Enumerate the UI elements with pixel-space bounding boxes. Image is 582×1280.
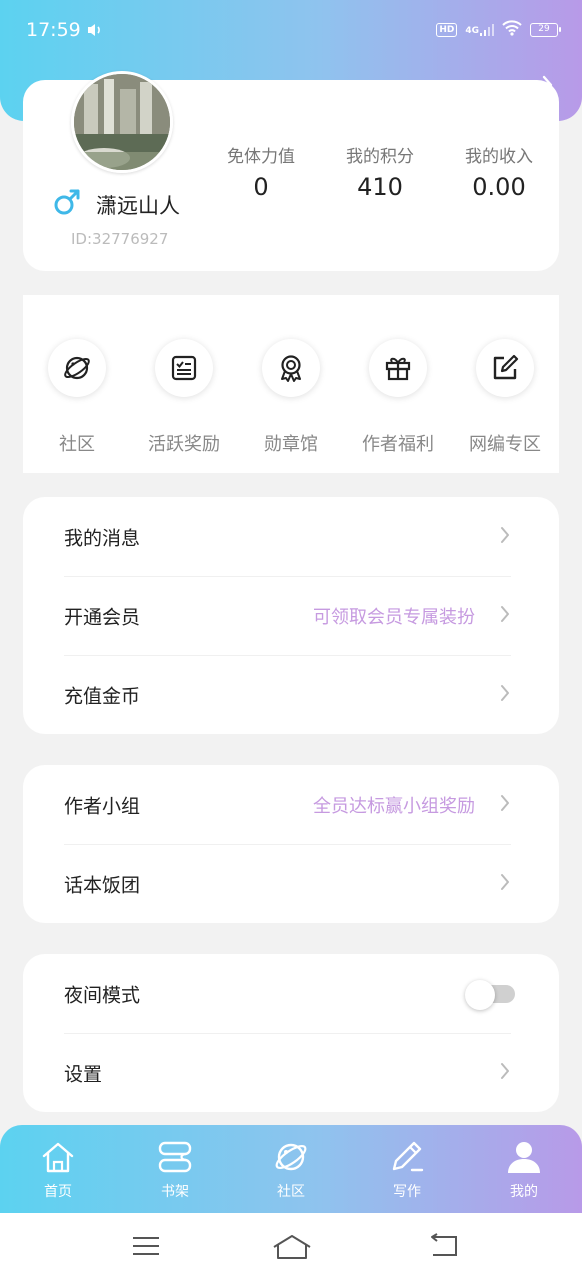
shortcut-label: 勋章馆 <box>264 434 318 455</box>
menu-item-fan-club[interactable]: 话本饭团 <box>23 844 559 923</box>
shortcut-label: 网编专区 <box>469 434 541 455</box>
user-icon <box>484 1137 564 1177</box>
home-nav-icon[interactable] <box>272 1233 312 1265</box>
male-gender-icon <box>53 188 81 220</box>
status-indicators: HD 4G 29 <box>436 20 561 40</box>
stat-value: 410 <box>357 173 403 201</box>
menu-item-messages[interactable]: 我的消息 <box>23 497 559 576</box>
stat-points[interactable]: 我的积分 410 <box>315 142 445 201</box>
menu-card-groups: 作者小组 全员达标赢小组奖励 话本饭团 <box>23 765 559 923</box>
chevron-right-icon <box>499 872 511 896</box>
menu-label: 话本饭团 <box>64 874 141 896</box>
medal-icon <box>262 339 320 397</box>
level-badge: Lv1 <box>222 87 289 111</box>
stat-value: 0.00 <box>472 173 526 201</box>
tab-label: 写作 <box>393 1184 421 1200</box>
menu-item-night-mode: 夜间模式 <box>23 954 559 1033</box>
menu-label: 充值金币 <box>64 685 141 707</box>
home-icon <box>18 1137 98 1177</box>
tab-write[interactable]: 写作 <box>367 1137 447 1201</box>
shortcut-author-welfare[interactable]: 作者福利 <box>343 339 453 456</box>
battery-indicator: 29 <box>530 23 561 37</box>
chevron-right-icon <box>499 793 511 817</box>
system-navigation-bar <box>0 1213 582 1280</box>
chevron-right-icon <box>499 525 511 549</box>
menu-label: 开通会员 <box>64 606 141 628</box>
menu-hint: 可领取会员专属装扮 <box>313 606 475 628</box>
stat-label: 免体力值 <box>227 147 295 167</box>
menu-label: 夜间模式 <box>64 984 141 1006</box>
shortcut-medals[interactable]: 勋章馆 <box>236 339 346 456</box>
menu-icon[interactable] <box>131 1233 161 1263</box>
stat-stamina[interactable]: 免体力值 0 <box>196 142 326 201</box>
night-mode-toggle[interactable] <box>465 979 517 1010</box>
stat-value: 0 <box>253 173 269 201</box>
menu-item-recharge[interactable]: 充值金币 <box>23 655 559 734</box>
avatar[interactable] <box>71 71 173 173</box>
stat-income[interactable]: 我的收入 0.00 <box>434 142 564 201</box>
planet-icon <box>48 339 106 397</box>
wifi-icon <box>502 20 522 40</box>
stat-label: 我的收入 <box>465 147 533 167</box>
menu-card-account: 我的消息 开通会员 可领取会员专属装扮 充值金币 <box>23 497 559 734</box>
back-icon[interactable] <box>428 1233 460 1263</box>
stat-label: 我的积分 <box>346 147 414 167</box>
tab-label: 书架 <box>161 1184 189 1200</box>
checklist-icon <box>155 339 213 397</box>
menu-item-settings[interactable]: 设置 <box>23 1033 559 1112</box>
edit-icon <box>476 339 534 397</box>
nickname: 潇远山人 <box>96 194 180 218</box>
toggle-knob <box>465 979 495 1010</box>
tab-community[interactable]: 社区 <box>251 1137 331 1201</box>
tab-label: 社区 <box>277 1184 305 1200</box>
tab-bookshelf[interactable]: 书架 <box>135 1137 215 1201</box>
shortcut-editor-zone[interactable]: 网编专区 <box>450 339 560 456</box>
status-bar: 17:59 HD 4G 29 <box>0 0 582 62</box>
bottom-tab-bar: 首页 书架 社区 写作 我的 <box>0 1125 582 1213</box>
status-time: 17:59 <box>26 19 81 41</box>
menu-label: 作者小组 <box>64 795 141 817</box>
shortcut-community[interactable]: 社区 <box>22 339 132 456</box>
tab-home[interactable]: 首页 <box>18 1137 98 1201</box>
menu-hint: 全员达标赢小组奖励 <box>313 795 475 817</box>
pen-icon <box>367 1137 447 1177</box>
tab-label: 我的 <box>510 1184 538 1200</box>
speaker-icon <box>86 21 104 43</box>
user-id: ID:32776927 <box>71 230 169 248</box>
chevron-right-icon <box>499 1061 511 1085</box>
chevron-right-icon <box>499 683 511 707</box>
shortcut-activity-rewards[interactable]: 活跃奖励 <box>129 339 239 456</box>
menu-card-settings: 夜间模式 设置 <box>23 954 559 1112</box>
menu-item-author-group[interactable]: 作者小组 全员达标赢小组奖励 <box>23 765 559 844</box>
chevron-right-icon <box>499 604 511 628</box>
shortcut-grid: 社区 活跃奖励 勋章馆 作者福利 网编专区 <box>23 295 559 473</box>
gift-icon <box>369 339 427 397</box>
shortcut-label: 社区 <box>59 434 95 455</box>
shortcut-label: 作者福利 <box>362 434 434 455</box>
bookshelf-icon <box>135 1137 215 1177</box>
shortcut-label: 活跃奖励 <box>148 434 220 455</box>
menu-label: 我的消息 <box>64 527 141 549</box>
cell-signal-icon: 4G <box>465 24 494 36</box>
menu-item-membership[interactable]: 开通会员 可领取会员专属装扮 <box>23 576 559 655</box>
network-type: 4G <box>465 26 479 36</box>
hd-badge: HD <box>436 23 458 37</box>
tab-label: 首页 <box>44 1184 72 1200</box>
menu-label: 设置 <box>64 1063 103 1085</box>
tab-mine[interactable]: 我的 <box>484 1137 564 1201</box>
planet-icon <box>251 1137 331 1177</box>
